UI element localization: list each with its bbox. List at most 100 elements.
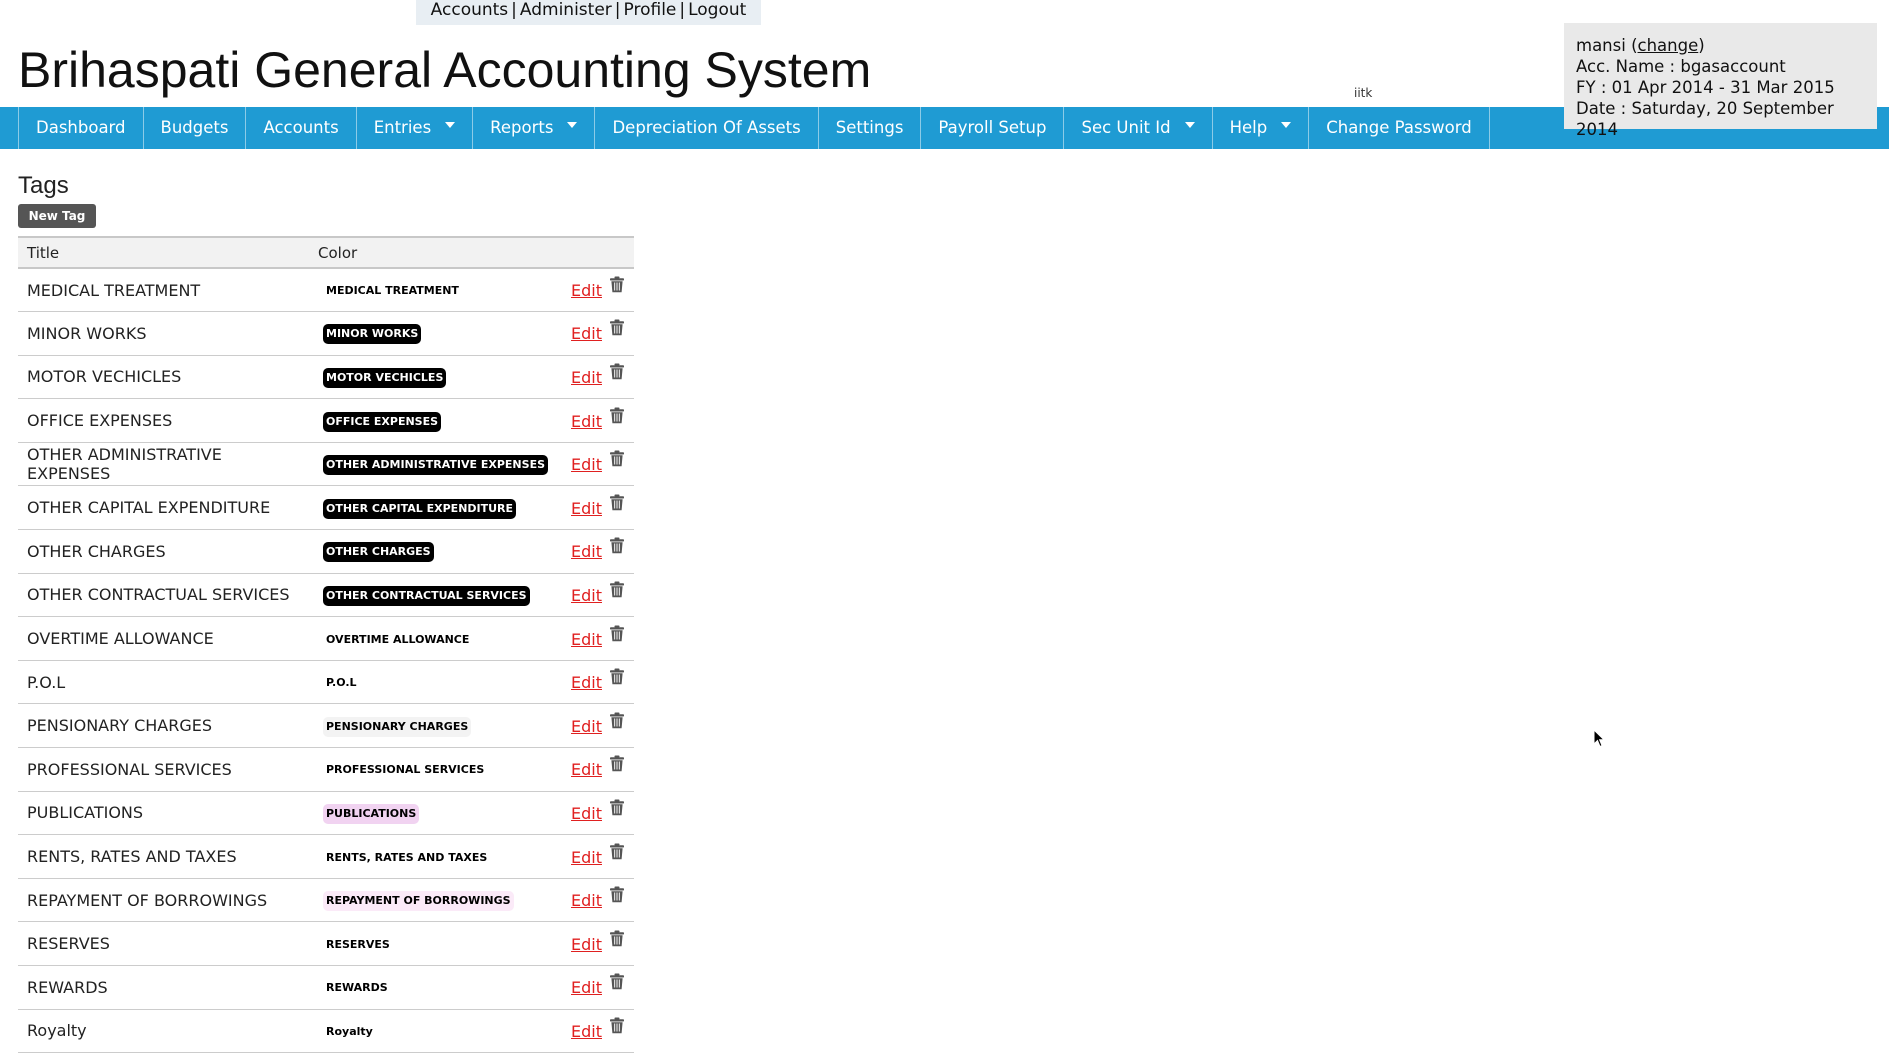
edit-tag-link[interactable]: Edit (571, 717, 602, 736)
trash-icon[interactable] (609, 363, 625, 384)
tags-table: Title Color MEDICAL TREATMENT MEDICAL TRE… (18, 236, 634, 1053)
nav-item-sec-unit-id[interactable]: Sec Unit Id (1064, 107, 1213, 149)
trash-icon[interactable] (609, 537, 625, 558)
caret-down-icon (1281, 122, 1292, 128)
table-row: OTHER CONTRACTUAL SERVICES OTHER CONTRACT… (18, 573, 634, 618)
trash-icon[interactable] (609, 843, 625, 864)
nav-item-label: Depreciation Of Assets (612, 118, 801, 137)
tag-color-cell: REWARDS (309, 965, 558, 1010)
table-row: OTHER CAPITAL EXPENDITURE OTHER CAPITAL E… (18, 485, 634, 531)
nav-item-payroll-setup[interactable]: Payroll Setup (921, 107, 1065, 149)
tag-color-cell: OTHER CONTRACTUAL SERVICES (309, 573, 558, 618)
tag-actions-cell: Edit (557, 485, 634, 531)
tag-title: MINOR WORKS (18, 311, 309, 356)
edit-tag-link[interactable]: Edit (571, 804, 602, 823)
table-row: MINOR WORKS MINOR WORKS Edit (18, 311, 634, 356)
tag-title: OTHER ADMINISTRATIVE EXPENSES (18, 442, 309, 487)
top-link-administer[interactable]: Administer (520, 0, 612, 20)
tag-color-badge: PUBLICATIONS (323, 803, 420, 824)
edit-tag-link[interactable]: Edit (571, 848, 602, 867)
edit-tag-link[interactable]: Edit (571, 499, 602, 518)
nav-item-budgets[interactable]: Budgets (144, 107, 247, 149)
edit-tag-link[interactable]: Edit (571, 1022, 602, 1041)
edit-tag-link[interactable]: Edit (571, 978, 602, 997)
trash-icon[interactable] (609, 407, 625, 428)
edit-tag-link[interactable]: Edit (571, 324, 602, 343)
tag-color-badge: REWARDS (323, 978, 391, 999)
tag-color-badge: OTHER CHARGES (323, 542, 434, 563)
page-title: Tags (18, 172, 69, 199)
trash-icon[interactable] (609, 973, 625, 994)
top-link-accounts[interactable]: Accounts (431, 0, 509, 20)
edit-tag-link[interactable]: Edit (571, 935, 602, 954)
tag-actions-cell: Edit (557, 355, 634, 400)
table-row: RENTS, RATES AND TAXES RENTS, RATES AND T… (18, 834, 634, 879)
tag-color-cell: OFFICE EXPENSES (309, 398, 558, 443)
table-row: MOTOR VECHICLES MOTOR VECHICLES Edit (18, 355, 634, 400)
tag-actions-cell: Edit (557, 529, 634, 574)
trash-icon[interactable] (609, 668, 625, 689)
new-tag-button[interactable]: New Tag (18, 204, 96, 228)
nav-item-settings[interactable]: Settings (819, 107, 922, 149)
table-row: PUBLICATIONS PUBLICATIONS Edit (18, 791, 634, 836)
edit-tag-link[interactable]: Edit (571, 586, 602, 605)
tag-actions-cell: Edit (557, 834, 634, 879)
tag-color-badge: OTHER ADMINISTRATIVE EXPENSES (323, 455, 549, 476)
caret-down-icon (445, 122, 456, 128)
table-row: PENSIONARY CHARGES PENSIONARY CHARGES Edit (18, 703, 634, 749)
trash-icon[interactable] (609, 276, 625, 297)
edit-tag-link[interactable]: Edit (571, 760, 602, 779)
tag-color-badge: OVERTIME ALLOWANCE (323, 629, 473, 650)
trash-icon[interactable] (609, 494, 625, 515)
tag-color-badge: OTHER CONTRACTUAL SERVICES (323, 585, 530, 606)
column-header-title: Title (18, 236, 309, 269)
edit-tag-link[interactable]: Edit (571, 368, 602, 387)
nav-item-entries[interactable]: Entries (357, 107, 474, 149)
trash-icon[interactable] (609, 625, 625, 646)
nav-item-label: Settings (835, 118, 904, 137)
nav-item-help[interactable]: Help (1213, 107, 1310, 149)
trash-icon[interactable] (609, 712, 625, 733)
nav-item-change-password[interactable]: Change Password (1309, 107, 1490, 149)
tag-actions-cell: Edit (557, 921, 634, 966)
nav-item-label: Accounts (263, 118, 339, 137)
trash-icon[interactable] (609, 755, 625, 776)
change-user-link[interactable]: change (1638, 36, 1699, 55)
table-row: Royalty Royalty Edit (18, 1009, 634, 1053)
tag-color-badge: PENSIONARY CHARGES (323, 716, 472, 737)
edit-tag-link[interactable]: Edit (571, 630, 602, 649)
tag-title: OTHER CAPITAL EXPENDITURE (18, 485, 309, 531)
trash-icon[interactable] (609, 581, 625, 602)
tag-title: PUBLICATIONS (18, 791, 309, 836)
trash-icon[interactable] (609, 319, 625, 340)
table-row: P.O.L P.O.L Edit (18, 660, 634, 705)
edit-tag-link[interactable]: Edit (571, 542, 602, 561)
user-name: mansi (1576, 36, 1626, 55)
tag-actions-cell: Edit (557, 747, 634, 792)
nav-item-reports[interactable]: Reports (473, 107, 596, 149)
tag-color-cell: MEDICAL TREATMENT (309, 268, 558, 313)
top-link-logout[interactable]: Logout (688, 0, 746, 20)
edit-tag-link[interactable]: Edit (571, 891, 602, 910)
tag-title: OVERTIME ALLOWANCE (18, 616, 309, 661)
top-links-bar: Accounts | Administer | Profile | Logout (416, 0, 761, 25)
tag-title: PROFESSIONAL SERVICES (18, 747, 309, 792)
edit-tag-link[interactable]: Edit (571, 412, 602, 431)
tag-color-badge: MINOR WORKS (323, 324, 422, 345)
app-title: Brihaspati General Accounting System (18, 42, 872, 98)
trash-icon[interactable] (609, 886, 625, 907)
nav-item-depreciation-of-assets[interactable]: Depreciation Of Assets (595, 107, 819, 149)
nav-item-dashboard[interactable]: Dashboard (18, 107, 144, 149)
top-link-profile[interactable]: Profile (624, 0, 677, 20)
edit-tag-link[interactable]: Edit (571, 455, 602, 474)
tag-title: P.O.L (18, 660, 309, 705)
trash-icon[interactable] (609, 799, 625, 820)
edit-tag-link[interactable]: Edit (571, 281, 602, 300)
edit-tag-link[interactable]: Edit (571, 673, 602, 692)
trash-icon[interactable] (609, 1017, 625, 1038)
nav-item-accounts[interactable]: Accounts (246, 107, 357, 149)
tag-color-cell: P.O.L (309, 660, 558, 705)
trash-icon[interactable] (609, 930, 625, 951)
tag-color-badge: RESERVES (323, 934, 393, 955)
trash-icon[interactable] (609, 450, 625, 471)
